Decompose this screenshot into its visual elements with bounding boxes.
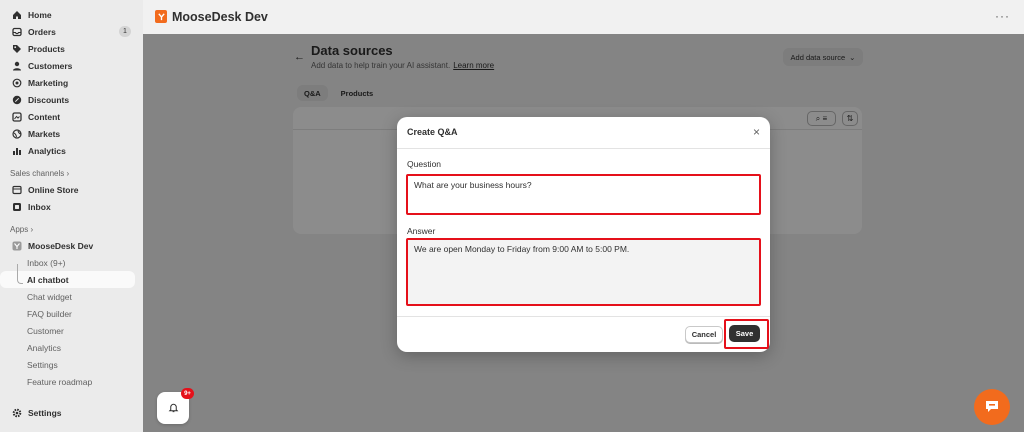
app-sub-customer[interactable]: Customer: [0, 322, 143, 339]
nav-markets[interactable]: Markets: [0, 125, 143, 142]
nav-label: Markets: [28, 128, 61, 139]
answer-field-highlight: [406, 238, 761, 306]
notification-badge: 9+: [181, 388, 194, 399]
brand-logo-icon: [155, 10, 167, 23]
nav-label: Orders: [28, 26, 56, 37]
create-qa-modal: Create Q&A × Question Answer Cancel Save: [397, 117, 770, 352]
nav-customers[interactable]: Customers: [0, 57, 143, 74]
chat-icon: [12, 202, 22, 212]
inbox-icon: [12, 27, 22, 37]
apps-label[interactable]: Apps ›: [0, 221, 143, 237]
nav-label: Inbox: [28, 201, 51, 212]
nav-home[interactable]: Home: [0, 6, 143, 23]
bar-chart-icon: [12, 146, 22, 156]
chat-launcher-button[interactable]: [974, 389, 1010, 425]
chevron-right-icon: ›: [66, 168, 70, 178]
nav-label: Home: [28, 9, 52, 20]
nav-moosedesk-app[interactable]: MooseDesk Dev: [0, 237, 143, 254]
sidebar: Home Orders 1 Products Customers Marketi…: [0, 0, 143, 432]
close-icon[interactable]: ×: [753, 125, 760, 139]
nav-label: Customers: [28, 60, 73, 71]
store-icon: [12, 185, 22, 195]
answer-input[interactable]: [408, 240, 759, 304]
nav-label: Products: [28, 43, 65, 54]
tree-connector: [17, 264, 23, 284]
nav-label: MooseDesk Dev: [28, 240, 94, 251]
nav-discounts[interactable]: Discounts: [0, 91, 143, 108]
save-button[interactable]: Save: [729, 325, 760, 342]
cancel-button[interactable]: Cancel: [685, 326, 723, 343]
settings-row: Settings: [0, 404, 143, 421]
app-sub-faq-builder[interactable]: FAQ builder: [0, 305, 143, 322]
target-icon: [12, 78, 22, 88]
modal-header: Create Q&A ×: [397, 117, 770, 149]
content-icon: [12, 111, 22, 122]
question-label: Question: [407, 159, 442, 169]
nav-analytics[interactable]: Analytics: [0, 142, 143, 159]
nav-orders[interactable]: Orders 1: [0, 23, 143, 40]
orders-count-badge: 1: [119, 26, 131, 37]
answer-label: Answer: [407, 226, 436, 236]
chat-bubble-icon: [984, 398, 1000, 416]
modal-title: Create Q&A: [407, 127, 458, 137]
bell-icon: [168, 402, 179, 415]
brand-title: MooseDesk Dev: [172, 10, 268, 24]
nav-online-store[interactable]: Online Store: [0, 181, 143, 198]
tag-icon: [12, 44, 22, 54]
nav-settings[interactable]: Settings: [0, 404, 143, 421]
globe-icon: [12, 128, 22, 139]
top-bar: MooseDesk Dev ···: [143, 0, 1024, 34]
nav-label: Marketing: [28, 77, 69, 88]
nav-content[interactable]: Content: [0, 108, 143, 125]
nav-label: Settings: [28, 407, 62, 418]
chevron-right-icon: ›: [30, 224, 34, 234]
nav-label: Analytics: [28, 145, 66, 156]
nav-products[interactable]: Products: [0, 40, 143, 57]
discount-icon: [12, 95, 22, 105]
person-icon: [12, 61, 22, 71]
nav-inbox[interactable]: Inbox: [0, 198, 143, 215]
app-sub-chat-widget[interactable]: Chat widget: [0, 288, 143, 305]
app-sub-settings[interactable]: Settings: [0, 356, 143, 373]
gear-icon: [12, 408, 22, 418]
question-input[interactable]: [408, 176, 759, 213]
modal-footer: Cancel: [397, 316, 770, 352]
app-sub-analytics[interactable]: Analytics: [0, 339, 143, 356]
more-options-icon[interactable]: ···: [995, 9, 1010, 23]
question-field-highlight: [406, 174, 761, 215]
nav-label: Online Store: [28, 184, 79, 195]
app-logo-icon: [12, 241, 22, 251]
nav-label: Discounts: [28, 94, 70, 105]
nav-marketing[interactable]: Marketing: [0, 74, 143, 91]
nav-label: Content: [28, 111, 61, 122]
home-icon: [12, 10, 22, 20]
app-sub-feature-roadmap[interactable]: Feature roadmap: [0, 373, 143, 390]
sales-channels-label[interactable]: Sales channels ›: [0, 165, 143, 181]
